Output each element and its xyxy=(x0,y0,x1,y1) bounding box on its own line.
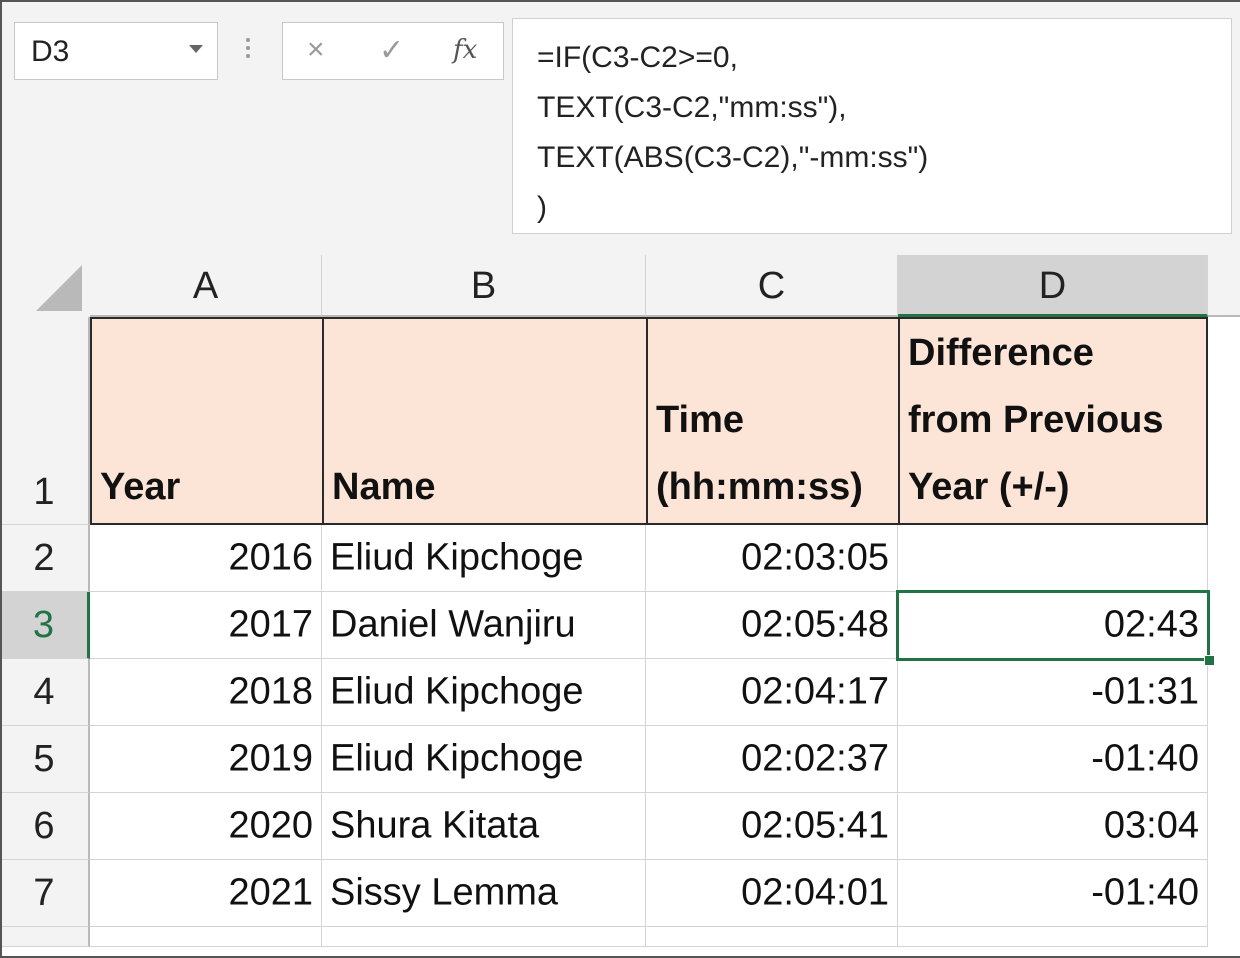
cell-b7[interactable]: Sissy Lemma xyxy=(322,860,646,927)
insert-function-icon[interactable]: fx xyxy=(453,35,477,65)
row-header-1[interactable]: 1 xyxy=(0,317,90,525)
chevron-down-icon[interactable] xyxy=(189,45,203,53)
cell-a8[interactable] xyxy=(90,927,322,947)
cell-a2[interactable]: 2016 xyxy=(90,525,322,592)
time-value: 02:05:48 xyxy=(741,603,889,646)
cell-c5[interactable]: 02:02:37 xyxy=(646,726,898,793)
column-header-c[interactable]: C xyxy=(646,255,898,317)
header-time-line2: (hh:mm:ss) xyxy=(656,466,863,508)
select-all-triangle-icon xyxy=(36,265,82,311)
cell-c1[interactable]: Time (hh:mm:ss) xyxy=(646,317,898,525)
name-value: Daniel Wanjiru xyxy=(330,603,576,646)
cell-c3[interactable]: 02:05:48 xyxy=(646,592,898,659)
row-header-6[interactable]: 6 xyxy=(0,793,90,860)
column-header-d[interactable]: D xyxy=(898,255,1208,317)
cell-c2[interactable]: 02:03:05 xyxy=(646,525,898,592)
diff-value: 02:43 xyxy=(1103,603,1199,646)
time-value: 02:04:17 xyxy=(741,670,889,713)
row-header-7[interactable]: 7 xyxy=(0,860,90,927)
cell-d1[interactable]: Difference from Previous Year (+/-) xyxy=(898,317,1208,525)
name-value: Shura Kitata xyxy=(330,804,540,847)
row-header-8[interactable] xyxy=(0,927,90,947)
time-value: 02:03:05 xyxy=(741,536,889,579)
cell-b8[interactable] xyxy=(322,927,646,947)
cell-a4[interactable]: 2018 xyxy=(90,659,322,726)
cell-c8[interactable] xyxy=(646,927,898,947)
time-value: 02:05:41 xyxy=(741,804,889,847)
cell-b2[interactable]: Eliud Kipchoge xyxy=(322,525,646,592)
year-value: 2019 xyxy=(228,737,313,780)
cell-c6[interactable]: 02:05:41 xyxy=(646,793,898,860)
formula-line: TEXT(C3-C2,"mm:ss"), xyxy=(537,91,847,124)
name-value: Eliud Kipchoge xyxy=(330,670,584,713)
row-header-2[interactable]: 2 xyxy=(0,525,90,592)
cell-b6[interactable]: Shura Kitata xyxy=(322,793,646,860)
header-diff-line1: Difference xyxy=(908,332,1094,374)
cancel-icon[interactable]: × xyxy=(307,33,325,67)
header-diff-line3: Year (+/-) xyxy=(908,466,1070,508)
name-value: Eliud Kipchoge xyxy=(330,737,584,780)
year-value: 2020 xyxy=(228,804,313,847)
column-header-a[interactable]: A xyxy=(90,255,322,317)
cell-d4[interactable]: -01:31 xyxy=(898,659,1208,726)
year-value: 2017 xyxy=(228,603,313,646)
cell-a7[interactable]: 2021 xyxy=(90,860,322,927)
row-header-5[interactable]: 5 xyxy=(0,726,90,793)
formula-bar-area: D3 × ✓ fx =IF(C3-C2>=0, TEXT(C3-C2,"mm:s… xyxy=(0,0,1240,255)
column-header-e[interactable] xyxy=(1208,255,1240,317)
formula-line: TEXT(ABS(C3-C2),"-mm:ss") xyxy=(537,141,929,174)
cell-d3[interactable]: 02:43 xyxy=(898,592,1208,659)
drag-handle-icon[interactable] xyxy=(244,34,252,64)
diff-value: -01:40 xyxy=(1091,737,1199,780)
cell-a3[interactable]: 2017 xyxy=(90,592,322,659)
cell-d8[interactable] xyxy=(898,927,1208,947)
year-value: 2018 xyxy=(228,670,313,713)
diff-value: -01:31 xyxy=(1091,670,1199,713)
cell-d7[interactable]: -01:40 xyxy=(898,860,1208,927)
select-all-button[interactable] xyxy=(0,255,90,317)
name-box-reference: D3 xyxy=(31,35,70,68)
cell-b3[interactable]: Daniel Wanjiru xyxy=(322,592,646,659)
row-number: 1 xyxy=(33,471,55,513)
header-name: Name xyxy=(332,466,436,508)
formula-line: ) xyxy=(537,191,547,224)
cell-d5[interactable]: -01:40 xyxy=(898,726,1208,793)
cell-a1[interactable]: Year xyxy=(90,317,322,525)
formula-line: =IF(C3-C2>=0, xyxy=(537,41,738,74)
name-value: Sissy Lemma xyxy=(330,871,559,914)
fill-handle[interactable] xyxy=(1204,655,1215,666)
row-header-4[interactable]: 4 xyxy=(0,659,90,726)
year-value: 2016 xyxy=(228,536,313,579)
time-value: 02:02:37 xyxy=(741,737,889,780)
header-time-line1: Time xyxy=(656,399,745,441)
header-year: Year xyxy=(100,466,181,508)
formula-input[interactable]: =IF(C3-C2>=0, TEXT(C3-C2,"mm:ss"), TEXT(… xyxy=(512,18,1232,234)
name-box[interactable]: D3 xyxy=(14,22,218,80)
header-diff-line2: from Previous xyxy=(908,399,1164,441)
cell-b4[interactable]: Eliud Kipchoge xyxy=(322,659,646,726)
column-header-b[interactable]: B xyxy=(322,255,646,317)
enter-check-icon[interactable]: ✓ xyxy=(379,33,404,68)
formula-buttons: × ✓ fx xyxy=(282,22,504,80)
time-value: 02:04:01 xyxy=(741,871,889,914)
diff-value: 03:04 xyxy=(1103,804,1199,847)
cell-b1[interactable]: Name xyxy=(322,317,646,525)
name-value: Eliud Kipchoge xyxy=(330,536,584,579)
cell-c7[interactable]: 02:04:01 xyxy=(646,860,898,927)
diff-value: -01:40 xyxy=(1091,871,1199,914)
cell-a6[interactable]: 2020 xyxy=(90,793,322,860)
cell-b5[interactable]: Eliud Kipchoge xyxy=(322,726,646,793)
cell-d2[interactable] xyxy=(898,525,1208,592)
row-header-3[interactable]: 3 xyxy=(0,592,90,659)
cell-a5[interactable]: 2019 xyxy=(90,726,322,793)
cell-c4[interactable]: 02:04:17 xyxy=(646,659,898,726)
excel-window: D3 × ✓ fx =IF(C3-C2>=0, TEXT(C3-C2,"mm:s… xyxy=(0,0,1240,958)
year-value: 2021 xyxy=(228,871,313,914)
cell-d6[interactable]: 03:04 xyxy=(898,793,1208,860)
